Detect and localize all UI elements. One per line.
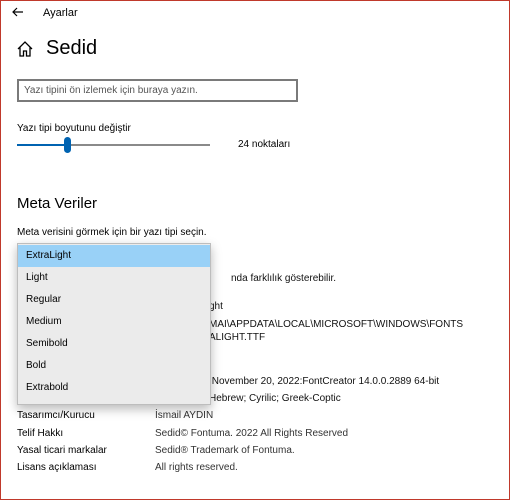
font-size-slider[interactable] bbox=[17, 137, 210, 153]
partial-text: Hebrew; Cyrilic; Greek-Coptic bbox=[209, 393, 341, 404]
dropdown-option-medium[interactable]: Medium bbox=[18, 311, 210, 333]
dropdown-option-regular[interactable]: Regular bbox=[18, 289, 210, 311]
font-size-value: 24 noktaları bbox=[238, 139, 291, 150]
app-title: Ayarlar bbox=[43, 7, 78, 19]
partial-text: :November 20, 2022:FontCreator 14.0.0.28… bbox=[209, 376, 440, 387]
trademark-value: Sedid® Trademark of Fontuma. bbox=[155, 445, 295, 456]
dropdown-option-bold[interactable]: Bold bbox=[18, 355, 210, 377]
page-title: Sedid bbox=[46, 37, 98, 59]
dropdown-option-extralight[interactable]: ExtraLight bbox=[18, 245, 210, 267]
copyright-value: Sedid© Fontuma. 2022 All Rights Reserved bbox=[155, 428, 349, 439]
dropdown-option-extrabold[interactable]: Extrabold bbox=[18, 377, 210, 399]
font-size-label: Yazı tipi boyutunu değiştir bbox=[17, 123, 131, 134]
dropdown-option-light[interactable]: Light bbox=[18, 267, 210, 289]
designer-value: İsmail AYDIN bbox=[155, 410, 214, 421]
metadata-instruction: Meta verisini görmek için bir yazı tipi … bbox=[17, 227, 207, 238]
home-icon[interactable] bbox=[16, 40, 34, 58]
license-label: Lisans açıklaması bbox=[17, 462, 97, 473]
trademark-label: Yasal ticari markalar bbox=[17, 445, 107, 456]
partial-text: nda farklılık gösterebilir. bbox=[231, 273, 337, 284]
font-preview-input[interactable] bbox=[17, 79, 298, 102]
back-button[interactable] bbox=[8, 3, 28, 21]
title-bar: Ayarlar bbox=[0, 0, 510, 26]
license-value: All rights reserved. bbox=[155, 462, 238, 473]
partial-text: MAI\APPDATA\LOCAL\MICROSOFT\WINDOWS\FONT… bbox=[209, 319, 464, 330]
dropdown-option-semibold[interactable]: Semibold bbox=[18, 333, 210, 355]
slider-thumb[interactable] bbox=[64, 137, 72, 153]
metadata-heading: Meta Veriler bbox=[17, 195, 98, 212]
designer-label: Tasarımcı/Kurucu bbox=[17, 410, 95, 421]
partial-text: ALIGHT.TTF bbox=[209, 332, 266, 343]
slider-fill bbox=[17, 144, 68, 146]
font-style-dropdown[interactable]: ExtraLight Light Regular Medium Semibold… bbox=[17, 243, 211, 405]
partial-text: ght bbox=[209, 301, 223, 312]
arrow-left-icon bbox=[12, 7, 23, 17]
copyright-label: Telif Hakkı bbox=[17, 428, 64, 439]
